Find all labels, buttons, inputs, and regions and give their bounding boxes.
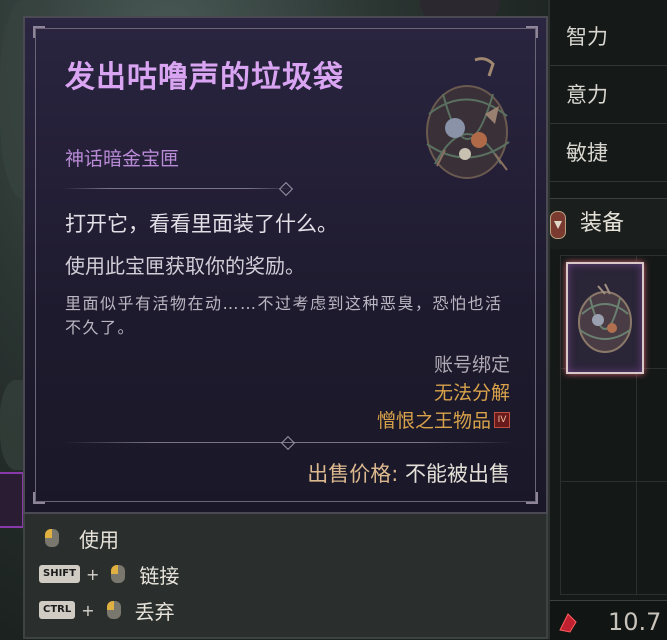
stat-label: 敏捷: [566, 141, 608, 165]
action-link[interactable]: SHIFT + 链接: [39, 558, 179, 590]
sell-price-value: 不能被出售: [405, 462, 510, 486]
shift-key-icon: SHIFT: [39, 565, 80, 583]
frame-corner: [33, 26, 45, 38]
stat-label: 智力: [566, 25, 608, 49]
cache-bag-icon: [426, 57, 510, 179]
right-click-mouse-icon: [45, 529, 59, 547]
left-click-mouse-icon: [111, 565, 126, 583]
action-drop[interactable]: CTRL + 丢弃: [39, 594, 175, 626]
stat-dexterity[interactable]: 敏捷: [550, 124, 667, 182]
left-click-mouse-icon: [106, 601, 121, 619]
item-description: 打开它，看看里面装了什么。: [65, 212, 338, 236]
inventory-slot-item[interactable]: [566, 262, 644, 374]
cannot-salvage-text: 无法分解: [433, 382, 510, 404]
skill-slot-icon[interactable]: [0, 472, 24, 528]
frame-corner: [526, 492, 538, 504]
expansion-badge-icon: IV: [494, 411, 510, 428]
stat-intelligence[interactable]: 智力: [550, 8, 667, 66]
sell-price-label: 出售价格:: [307, 462, 399, 486]
expansion-item-text: 憎恨之王物品 IV: [377, 406, 510, 433]
action-label: 丢弃: [134, 599, 175, 624]
action-label: 链接: [139, 563, 180, 588]
frame-corner: [526, 26, 538, 38]
currency-amount: 10.7: [608, 608, 662, 636]
stat-label: 意力: [566, 83, 608, 107]
collapse-arrow-icon[interactable]: [550, 211, 566, 239]
action-use[interactable]: 使用: [39, 522, 119, 554]
equipment-tab[interactable]: 装备: [550, 198, 667, 249]
frame-corner: [33, 492, 45, 504]
action-label: 使用: [79, 527, 119, 552]
ctrl-key-icon: CTRL: [39, 601, 76, 619]
flavor-text: 里面似乎有活物在动……不过考虑到这种恶臭，恐怕也活不久了。: [65, 294, 503, 337]
cache-bag-icon: [578, 283, 632, 353]
expansion-item-label: 憎恨之王物品: [376, 410, 491, 432]
sell-price: 出售价格: 不能被出售: [307, 458, 510, 488]
item-name: 发出咕噜声的垃圾袋: [65, 60, 344, 95]
action-hints: 使用 SHIFT + 链接 CTRL + 丢弃: [23, 514, 548, 639]
item-type: 神话暗金宝匣: [65, 148, 180, 170]
stat-willpower[interactable]: 意力: [550, 66, 667, 124]
item-tooltip: 发出咕噜声的垃圾袋 神话暗金宝匣 打开它，看看里面装了什么。 使用此宝匣获取你的…: [23, 16, 548, 514]
equipment-label: 装备: [580, 211, 625, 236]
section-divider: [63, 188, 293, 189]
item-usage: 使用此宝匣获取你的奖励。: [65, 254, 305, 278]
plus-icon: +: [81, 600, 95, 620]
plus-icon: +: [85, 564, 100, 584]
blood-shard-icon: [559, 613, 577, 633]
account-bound-text: 账号绑定: [433, 354, 510, 376]
